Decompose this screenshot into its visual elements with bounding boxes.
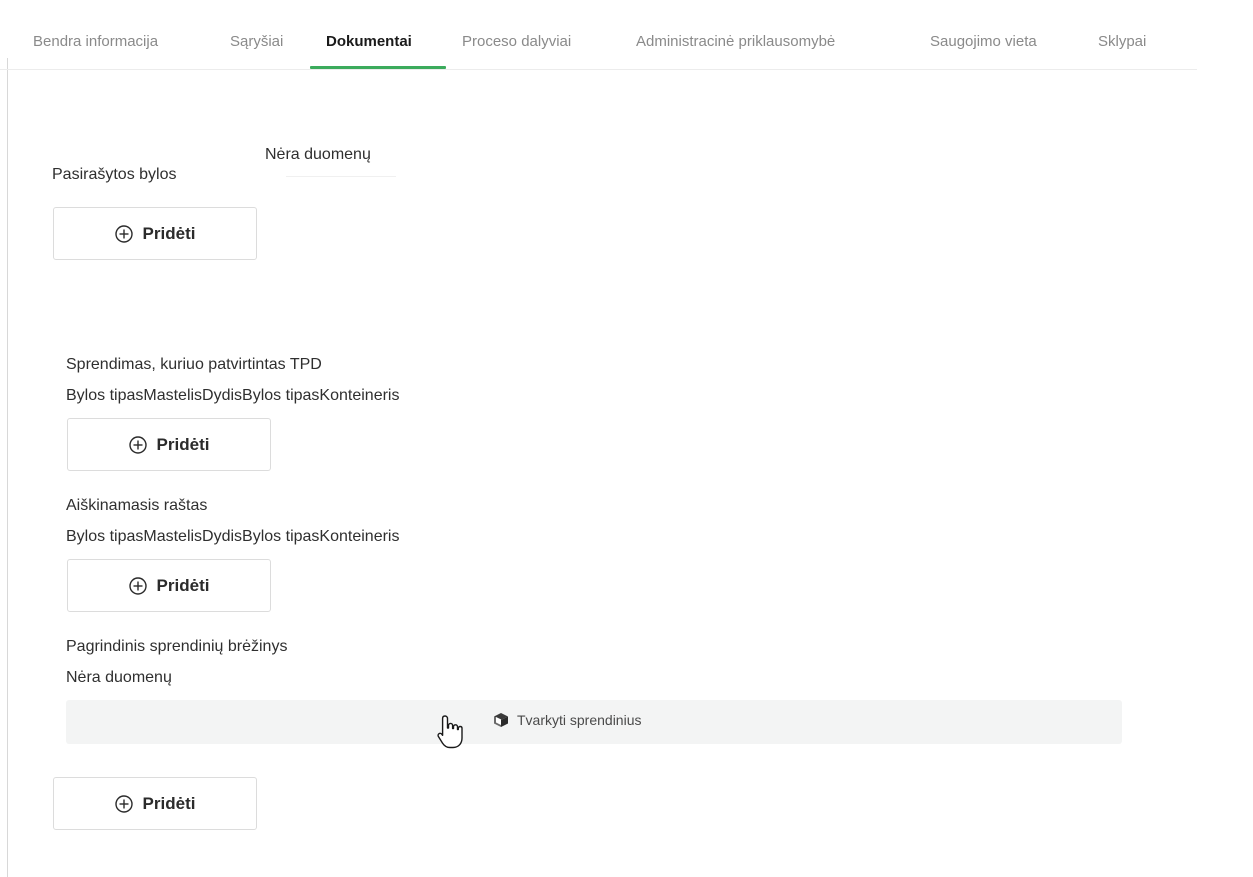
section-title-main-drawing: Pagrindinis sprendinių brėžinys: [66, 638, 288, 655]
main-drawing-add-button[interactable]: Pridėti: [53, 777, 257, 830]
empty-divider: [286, 176, 396, 177]
cube-icon: [494, 713, 508, 727]
add-button-label: Pridėti: [142, 793, 196, 813]
section-columns-explanatory-note: Bylos tipasMastelisDydisBylos tipasKonte…: [66, 528, 400, 545]
tab-general-info[interactable]: Bendra informacija: [33, 33, 158, 50]
signed-files-empty-text: Nėra duomenų: [265, 146, 371, 163]
left-divider: [7, 58, 8, 877]
plus-circle-icon: [128, 435, 147, 454]
manage-solutions-button[interactable]: Tvarkyti sprendinius: [66, 700, 1122, 744]
add-button-label: Pridėti: [156, 434, 210, 454]
plus-circle-icon: [114, 794, 133, 813]
section-title-decision: Sprendimas, kuriuo patvirtintas TPD: [66, 356, 322, 373]
tab-bar: Bendra informacija Sąryšiai Dokumentai P…: [0, 0, 1197, 70]
add-button-label: Pridėti: [156, 575, 210, 595]
active-tab-indicator: [310, 66, 446, 69]
manage-solutions-label: Tvarkyti sprendinius: [517, 712, 642, 728]
section-title-explanatory-note: Aiškinamasis raštas: [66, 497, 208, 514]
decision-add-button[interactable]: Pridėti: [67, 418, 271, 471]
main-drawing-empty-text: Nėra duomenų: [66, 669, 172, 686]
documents-page: Bendra informacija Sąryšiai Dokumentai P…: [0, 0, 1253, 877]
signed-files-add-button[interactable]: Pridėti: [53, 207, 257, 260]
plus-circle-icon: [114, 224, 133, 243]
tab-plots[interactable]: Sklypai: [1098, 33, 1146, 50]
tab-administrative-affiliation[interactable]: Administracinė priklausomybė: [636, 33, 835, 50]
add-button-label: Pridėti: [142, 223, 196, 243]
tab-storage-location[interactable]: Saugojimo vieta: [930, 33, 1037, 50]
tab-process-participants[interactable]: Proceso dalyviai: [462, 33, 571, 50]
hand-pointer-cursor-icon: [437, 715, 463, 749]
plus-circle-icon: [128, 576, 147, 595]
explanatory-note-add-button[interactable]: Pridėti: [67, 559, 271, 612]
tab-documents[interactable]: Dokumentai: [326, 33, 412, 50]
section-columns-decision: Bylos tipasMastelisDydisBylos tipasKonte…: [66, 387, 400, 404]
tab-relations[interactable]: Sąryšiai: [230, 33, 283, 50]
signed-files-label: Pasirašytos bylos: [52, 166, 177, 183]
